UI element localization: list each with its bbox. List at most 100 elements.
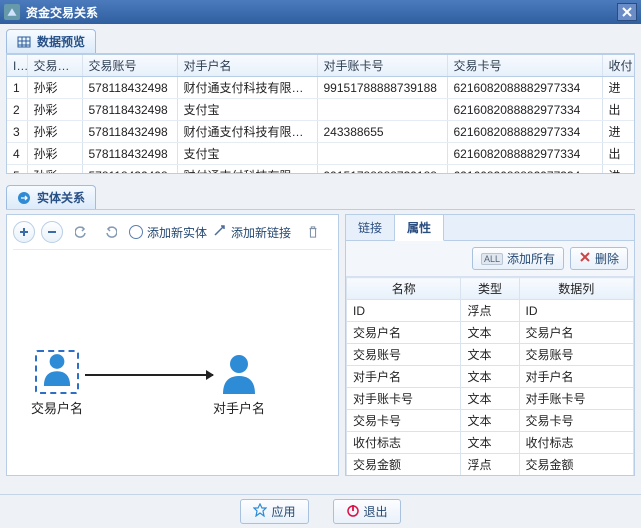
entity-node-a-label: 交易户名 xyxy=(31,398,83,417)
table-row[interactable]: 收付标志文本收付标志 xyxy=(347,432,634,454)
delete-tool-button[interactable] xyxy=(301,221,325,243)
cell: 2 xyxy=(7,99,27,121)
undo-button[interactable] xyxy=(69,221,93,243)
x-icon xyxy=(579,251,591,266)
table-row[interactable]: 交易金额浮点交易金额 xyxy=(347,454,634,476)
cell: 孙彩 xyxy=(27,121,82,143)
col-header[interactable]: 收付标志 xyxy=(602,55,635,77)
table-row[interactable]: 5孙彩578118432498财付通支付科技有限公司99151788888739… xyxy=(7,165,635,175)
table-row[interactable]: 3孙彩578118432498财付通支付科技有限公司24338865562160… xyxy=(7,121,635,143)
cell: 578118432498 xyxy=(82,77,177,99)
all-badge: ALL xyxy=(481,253,503,265)
cell: 出 xyxy=(602,99,635,121)
subtab-link[interactable]: 链接 xyxy=(346,215,395,240)
cell: 578118432498 xyxy=(82,165,177,175)
col-header[interactable]: 对手账卡号 xyxy=(317,55,447,77)
table-row[interactable]: 对手户名文本对手户名 xyxy=(347,366,634,388)
app-icon xyxy=(4,4,20,20)
table-row[interactable]: 2孙彩578118432498支付宝6216082088882977334出84… xyxy=(7,99,635,121)
cell: ID xyxy=(347,300,461,322)
titlebar: 资金交易关系 xyxy=(0,0,641,24)
exit-label: 退出 xyxy=(364,503,388,520)
table-row[interactable]: 1孙彩578118432498财付通支付科技有限公司99151788888739… xyxy=(7,77,635,99)
properties-table[interactable]: 名称类型数据列 ID浮点ID交易户名文本交易户名交易账号文本交易账号对手户名文本… xyxy=(346,276,634,475)
zoom-in-button[interactable] xyxy=(13,221,35,243)
cell: ID xyxy=(519,300,634,322)
tab-data-preview-label: 数据预览 xyxy=(37,33,85,50)
cell: 交易金额 xyxy=(347,454,461,476)
col-header[interactable]: 类型 xyxy=(461,278,519,300)
canvas-toolbar: 添加新实体 添加新链接 xyxy=(13,221,332,250)
cell: 文本 xyxy=(461,344,519,366)
col-header[interactable]: 名称 xyxy=(347,278,461,300)
col-header[interactable]: 对手户名 xyxy=(177,55,317,77)
cell xyxy=(317,143,447,165)
redo-button[interactable] xyxy=(99,221,123,243)
cell: 进 xyxy=(602,77,635,99)
cell xyxy=(317,99,447,121)
entity-node-a[interactable]: 交易户名 xyxy=(31,350,83,417)
add-entity-button[interactable]: 添加新实体 xyxy=(129,224,207,241)
tab-entity-relation[interactable]: 实体关系 xyxy=(6,185,96,209)
cell: 财付通支付科技有限公司 xyxy=(177,121,317,143)
cell: 支付宝 xyxy=(177,143,317,165)
cell: 出 xyxy=(602,143,635,165)
cell: 对手户名 xyxy=(519,366,634,388)
cell: 4 xyxy=(7,143,27,165)
table-row[interactable]: 对手账卡号文本对手账卡号 xyxy=(347,388,634,410)
cell: 交易金额 xyxy=(519,454,634,476)
cell: 5 xyxy=(7,165,27,175)
cell: 243388655 xyxy=(317,121,447,143)
relation-canvas[interactable]: 交易户名 对手户名 xyxy=(13,250,332,469)
cell: 浮点 xyxy=(461,300,519,322)
tab-data-preview[interactable]: 数据预览 xyxy=(6,29,96,53)
cell: 收付标志 xyxy=(347,432,461,454)
entity-node-b-label: 对手户名 xyxy=(213,398,265,417)
add-all-label: 添加所有 xyxy=(507,250,555,267)
close-button[interactable] xyxy=(617,3,637,21)
delete-prop-label: 删除 xyxy=(595,250,619,267)
table-row[interactable]: 交易卡号文本交易卡号 xyxy=(347,410,634,432)
cell: 578118432498 xyxy=(82,143,177,165)
col-header[interactable]: 数据列 xyxy=(519,278,634,300)
col-header[interactable]: 交易账号 xyxy=(82,55,177,77)
relation-edge[interactable] xyxy=(85,374,213,376)
data-preview-table[interactable]: ID交易户名交易账号对手户名对手账卡号交易卡号收付标志交易金额交易余额 1孙彩5… xyxy=(6,54,635,174)
entity-node-b[interactable]: 对手户名 xyxy=(213,350,265,417)
delete-prop-button[interactable]: 删除 xyxy=(570,247,628,270)
col-header[interactable]: ID xyxy=(7,55,27,77)
table-row[interactable]: 交易账号文本交易账号 xyxy=(347,344,634,366)
add-link-button[interactable]: 添加新链接 xyxy=(213,224,291,241)
col-header[interactable]: 交易户名 xyxy=(27,55,82,77)
cell: 578118432498 xyxy=(82,99,177,121)
table-row[interactable]: 4孙彩578118432498支付宝6216082088882977334出93… xyxy=(7,143,635,165)
avatar-selected-icon xyxy=(35,350,79,394)
properties-toolbar: ALL 添加所有 删除 xyxy=(346,241,634,276)
zoom-out-button[interactable] xyxy=(41,221,63,243)
add-all-button[interactable]: ALL 添加所有 xyxy=(472,247,564,270)
table-icon xyxy=(17,35,31,49)
arrow-icon xyxy=(213,224,227,241)
cell: 孙彩 xyxy=(27,77,82,99)
cell: 支付宝 xyxy=(177,99,317,121)
add-link-label: 添加新链接 xyxy=(231,224,291,241)
cell: 财付通支付科技有限公司 xyxy=(177,165,317,175)
table-row[interactable]: ID浮点ID xyxy=(347,300,634,322)
cell: 孙彩 xyxy=(27,165,82,175)
cell: 6216082088882977334 xyxy=(447,99,602,121)
cell: 99151788888739188 xyxy=(317,165,447,175)
cell: 1 xyxy=(7,77,27,99)
col-header[interactable]: 交易卡号 xyxy=(447,55,602,77)
table-row[interactable]: 交易户名文本交易户名 xyxy=(347,322,634,344)
cell: 6216082088882977334 xyxy=(447,77,602,99)
apply-button[interactable]: 应用 xyxy=(240,499,308,524)
cell: 交易户名 xyxy=(347,322,461,344)
cell: 交易户名 xyxy=(519,322,634,344)
cell: 99151788888739188 xyxy=(317,77,447,99)
cell: 交易卡号 xyxy=(519,410,634,432)
cell: 文本 xyxy=(461,410,519,432)
exit-button[interactable]: 退出 xyxy=(333,499,401,524)
subtabs: 链接 属性 xyxy=(346,215,634,241)
apply-label: 应用 xyxy=(271,503,295,520)
subtab-attributes[interactable]: 属性 xyxy=(395,215,444,241)
